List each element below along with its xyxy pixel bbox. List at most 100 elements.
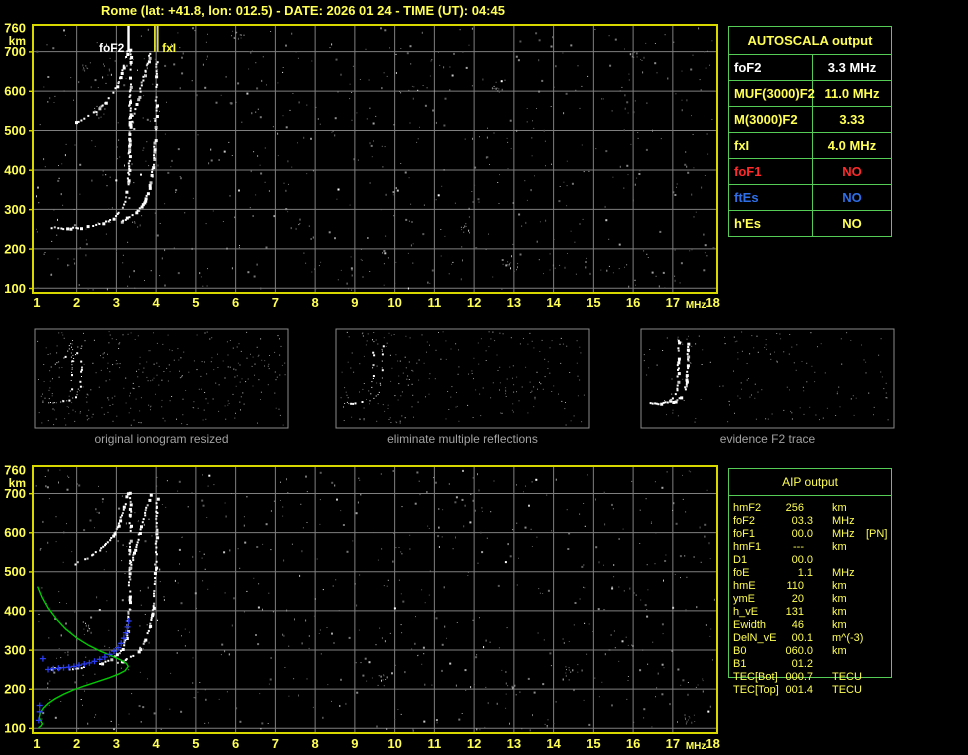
- aip-row-7: ymE 20 km: [728, 593, 898, 606]
- aip-row-10: DelN_vE 00.1 m^(-3): [728, 632, 898, 645]
- autoscala-row-4: foF1 NO: [729, 159, 891, 185]
- x-tick-label: 9: [351, 295, 358, 310]
- aip-row-label: hmE: [733, 580, 756, 592]
- axis-tick: [29, 727, 33, 730]
- aip-row-14: TEC[Top] 001.4 TECU: [728, 684, 898, 697]
- x-tick-label: 17: [666, 295, 680, 310]
- thumbnail-frame: [335, 328, 590, 429]
- y-tick-label: 500: [4, 123, 26, 138]
- x-tick-label: 15: [586, 736, 600, 751]
- axis-tick: [29, 492, 33, 495]
- x-tick-label: 7: [272, 295, 279, 310]
- aip-row-11: B0 060.0 km: [728, 645, 898, 658]
- trace-dots: [50, 48, 134, 231]
- axis-tick: [29, 51, 33, 53]
- aip-row-value: 131: [785, 606, 804, 618]
- x-tick-label: 9: [351, 736, 358, 751]
- thumbnail-noise: [643, 331, 889, 423]
- y-tick-label: 600: [4, 84, 26, 99]
- trace-dots: [42, 340, 74, 404]
- y-tick-label: 300: [4, 202, 26, 217]
- aip-row-value: 00.0: [791, 554, 813, 566]
- aip-row-6: hmE 110 km: [728, 580, 898, 593]
- x-tick-label: 4: [153, 736, 161, 751]
- thumbnail-panel-2: [640, 328, 895, 429]
- autoscala-row-1: MUF(3000)F2 11.0 MHz: [729, 81, 891, 107]
- autoscala-app-window: Rome (lat: +41.8, lon: 012.5) - DATE: 20…: [0, 0, 968, 755]
- aip-row-3: hmF1 --- km: [728, 541, 898, 554]
- autoscala-row-label: fxI: [729, 133, 813, 158]
- aip-row-label: hmF1: [733, 541, 762, 553]
- y-tick-label: 100: [4, 721, 26, 736]
- x-tick-label: 1: [33, 295, 40, 310]
- x-tick-label: 15: [586, 295, 600, 310]
- thumbnail-panel-1: [335, 328, 590, 429]
- y-tick-label: 200: [4, 682, 26, 697]
- axis-tick: [29, 571, 33, 573]
- foF2-marker-line: [127, 26, 130, 52]
- autoscala-row-5: ftEs NO: [729, 185, 891, 211]
- fxI-marker-label: fxI: [162, 41, 176, 55]
- aip-row-1: foF2 03.3 MHz: [728, 515, 898, 528]
- y-tick-label: 500: [4, 564, 26, 579]
- x-tick-label: 3: [113, 295, 120, 310]
- foF2-marker-label: foF2: [99, 41, 125, 55]
- plot-frame: [32, 24, 718, 294]
- autoscala-row-value: 3.3 MHz: [827, 60, 877, 75]
- aip-row-label: hmF2: [733, 502, 762, 514]
- ionogram-with-profile: 760700600500400300200100km1 2 3 4 5 6 7 8 9 10 11 1…: [4, 463, 720, 753]
- aip-row-value: 001.4: [785, 684, 813, 696]
- autoscala-row-3: fxI 4.0 MHz: [729, 133, 891, 159]
- aip-row-13: TEC[Bot] 000.7 TECU: [728, 671, 898, 684]
- autoscala-row-label: h'Es: [729, 211, 813, 236]
- aip-row-label: B0: [733, 645, 747, 657]
- y-tick-label: 400: [4, 162, 26, 177]
- x-tick-label: 18: [705, 295, 719, 310]
- autoscala-row-0: foF2 3.3 MHz: [729, 55, 891, 81]
- noise-dots: [35, 469, 715, 732]
- trace-dots: [66, 345, 83, 402]
- aip-output-rows: hmF2 256 km foF2 03.3 MHz foF1 00.0 MHz [PN] hmF1 -…: [728, 502, 898, 697]
- aip-row-value: 01.2: [791, 658, 813, 670]
- aip-row-value: 110: [786, 580, 804, 592]
- plot-frame: [32, 465, 718, 734]
- x-tick-label: 8: [312, 295, 319, 310]
- aip-row-unit: km: [832, 593, 847, 605]
- trace-dots: [344, 339, 376, 405]
- autoscala-table-title: AUTOSCALA output: [729, 27, 891, 55]
- trace-dots: [649, 339, 682, 406]
- x-tick-label: 17: [666, 736, 680, 751]
- aip-row-label: ymE: [733, 593, 755, 605]
- autoscala-row-value: 11.0 MHz: [824, 86, 880, 101]
- aip-row-unit: km: [832, 580, 847, 592]
- x-tick-label: 6: [232, 736, 239, 751]
- thumbnail-frame: [34, 328, 289, 429]
- x-tick-label: 5: [192, 295, 199, 310]
- y-tick-label: 400: [4, 603, 26, 618]
- y-tick-label: 200: [4, 241, 26, 256]
- x-tick-label: 5: [192, 736, 199, 751]
- axis-tick: [29, 208, 33, 211]
- x-tick-label: 16: [626, 295, 640, 310]
- x-tick-label: 12: [467, 295, 481, 310]
- axis-tick: [29, 90, 33, 93]
- x-tick-label: 4: [153, 295, 161, 310]
- x-tick-label: 2: [73, 295, 80, 310]
- axis-tick: [29, 610, 33, 612]
- x-tick-label: 10: [387, 295, 401, 310]
- trace-dots: [54, 343, 72, 365]
- axis-tick: [29, 688, 33, 690]
- y-tick-label: 100: [4, 281, 26, 296]
- x-tick-label: 8: [312, 736, 319, 751]
- autoscala-row-6: h'Es NO: [729, 211, 891, 236]
- trace-dots: [74, 492, 130, 566]
- aip-row-label: B1: [733, 658, 747, 670]
- electron-density-profile: [37, 586, 130, 729]
- trace-dots: [120, 61, 159, 224]
- thumbnail-panel-0: [34, 328, 289, 429]
- x-tick-label: 12: [467, 736, 481, 751]
- thumbnail-noise: [340, 331, 585, 426]
- trace-dots: [369, 345, 385, 402]
- aip-row-unit: MHz: [832, 567, 855, 579]
- aip-row-4: D1 00.0: [728, 554, 898, 567]
